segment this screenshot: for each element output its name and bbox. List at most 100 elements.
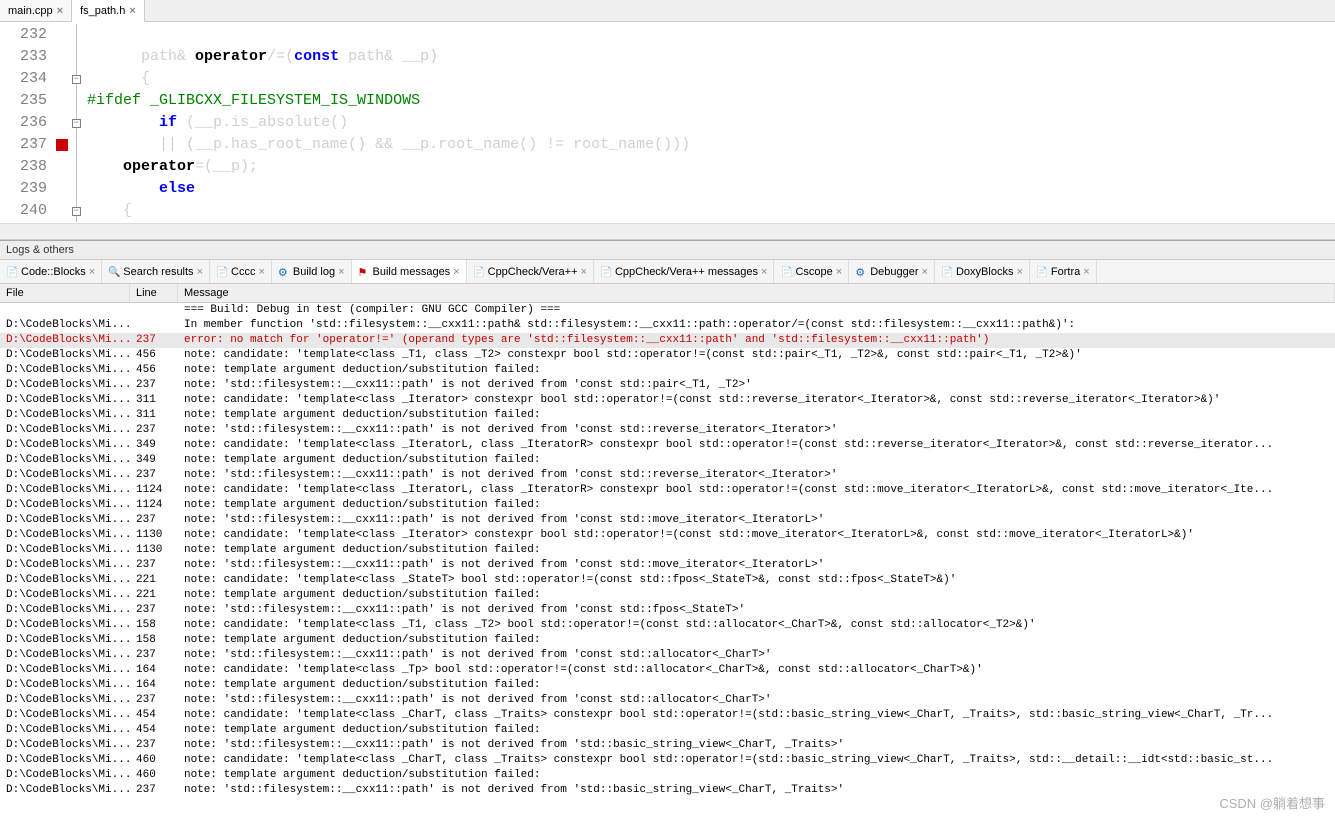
close-icon[interactable]: × — [129, 5, 135, 17]
note-icon — [1036, 266, 1048, 278]
message-row[interactable]: D:\CodeBlocks\Mi...460note: candidate: '… — [0, 753, 1335, 768]
code-content[interactable]: path& operator/=(const path& __p) {#ifde… — [83, 22, 1335, 223]
msg-file: D:\CodeBlocks\Mi... — [0, 693, 130, 708]
message-row[interactable]: D:\CodeBlocks\Mi...237error: no match fo… — [0, 333, 1335, 348]
close-icon[interactable]: × — [197, 266, 203, 278]
msg-text: note: 'std::filesystem::__cxx11::path' i… — [178, 378, 1335, 393]
message-row[interactable]: D:\CodeBlocks\Mi...221note: template arg… — [0, 588, 1335, 603]
fold-toggle-icon[interactable]: − — [72, 207, 81, 216]
msg-line: 158 — [130, 633, 178, 648]
message-row[interactable]: D:\CodeBlocks\Mi...349note: candidate: '… — [0, 438, 1335, 453]
panel-tab-label: DoxyBlocks — [956, 266, 1013, 278]
message-row[interactable]: D:\CodeBlocks\Mi...349note: template arg… — [0, 453, 1335, 468]
close-icon[interactable]: × — [761, 266, 767, 278]
close-icon[interactable]: × — [89, 266, 95, 278]
panel-tab[interactable]: Debugger× — [849, 260, 935, 283]
close-icon[interactable]: × — [57, 5, 63, 17]
message-row[interactable]: D:\CodeBlocks\Mi...237note: 'std::filesy… — [0, 468, 1335, 483]
close-icon[interactable]: × — [453, 266, 459, 278]
msg-line: 158 — [130, 618, 178, 633]
message-row[interactable]: D:\CodeBlocks\Mi...In member function 's… — [0, 318, 1335, 333]
msg-text: note: candidate: 'template<class _T1, cl… — [178, 618, 1335, 633]
msg-file: D:\CodeBlocks\Mi... — [0, 363, 130, 378]
panel-tab[interactable]: Search results× — [102, 260, 210, 283]
message-row[interactable]: D:\CodeBlocks\Mi...237note: 'std::filesy… — [0, 648, 1335, 663]
msg-text: note: 'std::filesystem::__cxx11::path' i… — [178, 603, 1335, 618]
close-icon[interactable]: × — [922, 266, 928, 278]
msg-file: D:\CodeBlocks\Mi... — [0, 423, 130, 438]
msg-line: 1130 — [130, 528, 178, 543]
fold-toggle-icon[interactable]: − — [72, 119, 81, 128]
close-icon[interactable]: × — [338, 266, 344, 278]
message-row[interactable]: D:\CodeBlocks\Mi...237note: 'std::filesy… — [0, 783, 1335, 798]
message-row[interactable]: D:\CodeBlocks\Mi...237note: 'std::filesy… — [0, 738, 1335, 753]
message-row[interactable]: D:\CodeBlocks\Mi...237note: 'std::filesy… — [0, 693, 1335, 708]
col-line[interactable]: Line — [130, 284, 178, 302]
message-row[interactable]: D:\CodeBlocks\Mi...311note: template arg… — [0, 408, 1335, 423]
message-row[interactable]: D:\CodeBlocks\Mi...454note: template arg… — [0, 723, 1335, 738]
msg-file: D:\CodeBlocks\Mi... — [0, 618, 130, 633]
mag-icon — [108, 266, 120, 278]
message-row[interactable]: D:\CodeBlocks\Mi...237note: 'std::filesy… — [0, 513, 1335, 528]
msg-line — [130, 318, 178, 333]
message-table-body[interactable]: === Build: Debug in test (compiler: GNU … — [0, 303, 1335, 798]
msg-line: 237 — [130, 648, 178, 663]
message-row[interactable]: D:\CodeBlocks\Mi...221note: candidate: '… — [0, 573, 1335, 588]
msg-text: note: candidate: 'template<class _Iterat… — [178, 393, 1335, 408]
message-row[interactable]: D:\CodeBlocks\Mi...237note: 'std::filesy… — [0, 603, 1335, 618]
file-tab[interactable]: fs_path.h × — [72, 0, 145, 22]
file-tab-label: fs_path.h — [80, 5, 125, 17]
panel-tab[interactable]: Cscope× — [774, 260, 849, 283]
message-row[interactable]: D:\CodeBlocks\Mi...164note: template arg… — [0, 678, 1335, 693]
message-row[interactable]: D:\CodeBlocks\Mi...1124note: template ar… — [0, 498, 1335, 513]
panel-tab[interactable]: CppCheck/Vera++× — [467, 260, 594, 283]
message-row[interactable]: D:\CodeBlocks\Mi...311note: candidate: '… — [0, 393, 1335, 408]
close-icon[interactable]: × — [581, 266, 587, 278]
close-icon[interactable]: × — [258, 266, 264, 278]
message-row[interactable]: D:\CodeBlocks\Mi...164note: candidate: '… — [0, 663, 1335, 678]
message-row[interactable]: D:\CodeBlocks\Mi...158note: candidate: '… — [0, 618, 1335, 633]
close-icon[interactable]: × — [1083, 266, 1089, 278]
message-row[interactable]: === Build: Debug in test (compiler: GNU … — [0, 303, 1335, 318]
code-editor[interactable]: 232233234235236237238239240 −−− path& op… — [0, 22, 1335, 223]
message-row[interactable]: D:\CodeBlocks\Mi...158note: template arg… — [0, 633, 1335, 648]
panel-tab[interactable]: DoxyBlocks× — [935, 260, 1030, 283]
panel-tab[interactable]: CppCheck/Vera++ messages× — [594, 260, 775, 283]
col-file[interactable]: File — [0, 284, 130, 302]
msg-line: 1130 — [130, 543, 178, 558]
msg-file — [0, 303, 130, 318]
fold-toggle-icon[interactable]: − — [72, 75, 81, 84]
msg-text: note: candidate: 'template<class _StateT… — [178, 573, 1335, 588]
msg-text: note: template argument deduction/substi… — [178, 678, 1335, 693]
message-row[interactable]: D:\CodeBlocks\Mi...454note: candidate: '… — [0, 708, 1335, 723]
marker-column — [55, 22, 69, 223]
message-row[interactable]: D:\CodeBlocks\Mi...237note: 'std::filesy… — [0, 558, 1335, 573]
note-icon — [941, 266, 953, 278]
msg-file: D:\CodeBlocks\Mi... — [0, 318, 130, 333]
msg-text: note: template argument deduction/substi… — [178, 363, 1335, 378]
panel-tab[interactable]: Build messages× — [352, 260, 467, 283]
panel-tab[interactable]: Build log× — [272, 260, 352, 283]
fold-column[interactable]: − − − — [69, 22, 83, 223]
message-row[interactable]: D:\CodeBlocks\Mi...237note: 'std::filesy… — [0, 378, 1335, 393]
message-row[interactable]: D:\CodeBlocks\Mi...1130note: candidate: … — [0, 528, 1335, 543]
editor-scrollbar[interactable] — [0, 223, 1335, 239]
panel-tab[interactable]: Cccc× — [210, 260, 272, 283]
panel-tab[interactable]: Code::Blocks× — [0, 260, 102, 283]
msg-line: 237 — [130, 558, 178, 573]
close-icon[interactable]: × — [836, 266, 842, 278]
message-row[interactable]: D:\CodeBlocks\Mi...1130note: template ar… — [0, 543, 1335, 558]
panel-tab[interactable]: Fortra× — [1030, 260, 1097, 283]
msg-text: note: 'std::filesystem::__cxx11::path' i… — [178, 423, 1335, 438]
file-tab[interactable]: main.cpp× — [0, 0, 72, 21]
close-icon[interactable]: × — [1016, 266, 1022, 278]
message-row[interactable]: D:\CodeBlocks\Mi...456note: candidate: '… — [0, 348, 1335, 363]
col-message[interactable]: Message — [178, 284, 1335, 302]
msg-text: note: 'std::filesystem::__cxx11::path' i… — [178, 558, 1335, 573]
error-marker-icon — [56, 139, 68, 151]
message-row[interactable]: D:\CodeBlocks\Mi...1124note: candidate: … — [0, 483, 1335, 498]
message-row[interactable]: D:\CodeBlocks\Mi...456note: template arg… — [0, 363, 1335, 378]
message-row[interactable]: D:\CodeBlocks\Mi...237note: 'std::filesy… — [0, 423, 1335, 438]
panel-tab-label: Build messages — [373, 266, 451, 278]
message-row[interactable]: D:\CodeBlocks\Mi...460note: template arg… — [0, 768, 1335, 783]
